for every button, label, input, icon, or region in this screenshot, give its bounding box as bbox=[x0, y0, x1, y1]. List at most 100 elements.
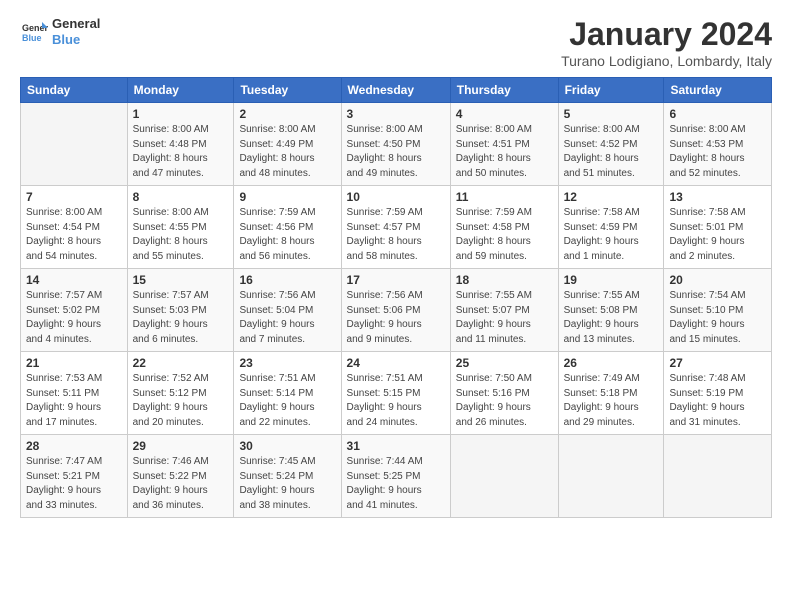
day-info: Sunrise: 7:45 AMSunset: 5:24 PMDaylight:… bbox=[239, 455, 335, 513]
svg-text:Blue: Blue bbox=[22, 33, 42, 43]
calendar-cell: 1 Sunrise: 8:00 AMSunset: 4:48 PMDaylight… bbox=[127, 103, 234, 186]
weekday-header: Wednesday bbox=[341, 78, 450, 103]
day-info: Sunrise: 7:54 AMSunset: 5:10 PMDaylight:… bbox=[669, 289, 766, 347]
day-info: Sunrise: 8:00 AMSunset: 4:48 PMDaylight:… bbox=[133, 123, 229, 181]
calendar-cell: 12 Sunrise: 7:58 AMSunset: 4:59 PMDayligh… bbox=[558, 186, 664, 269]
calendar-cell: 11 Sunrise: 7:59 AMSunset: 4:58 PMDayligh… bbox=[450, 186, 558, 269]
logo-line2: Blue bbox=[52, 32, 100, 48]
day-number: 8 bbox=[133, 190, 229, 204]
weekday-header: Monday bbox=[127, 78, 234, 103]
day-info: Sunrise: 7:55 AMSunset: 5:07 PMDaylight:… bbox=[456, 289, 553, 347]
calendar-cell: 24 Sunrise: 7:51 AMSunset: 5:15 PMDayligh… bbox=[341, 352, 450, 435]
day-info: Sunrise: 7:57 AMSunset: 5:02 PMDaylight:… bbox=[26, 289, 122, 347]
day-info: Sunrise: 7:50 AMSunset: 5:16 PMDaylight:… bbox=[456, 372, 553, 430]
location: Turano Lodigiano, Lombardy, Italy bbox=[561, 53, 772, 69]
day-number: 6 bbox=[669, 107, 766, 121]
day-info: Sunrise: 8:00 AMSunset: 4:50 PMDaylight:… bbox=[347, 123, 445, 181]
day-info: Sunrise: 7:56 AMSunset: 5:04 PMDaylight:… bbox=[239, 289, 335, 347]
day-info: Sunrise: 7:49 AMSunset: 5:18 PMDaylight:… bbox=[564, 372, 659, 430]
day-number: 16 bbox=[239, 273, 335, 287]
day-number: 4 bbox=[456, 107, 553, 121]
calendar-cell: 31 Sunrise: 7:44 AMSunset: 5:25 PMDayligh… bbox=[341, 435, 450, 518]
day-info: Sunrise: 7:59 AMSunset: 4:56 PMDaylight:… bbox=[239, 206, 335, 264]
day-number: 15 bbox=[133, 273, 229, 287]
day-number: 26 bbox=[564, 356, 659, 370]
weekday-header: Thursday bbox=[450, 78, 558, 103]
day-number: 11 bbox=[456, 190, 553, 204]
calendar-cell: 23Sunrise: 7:51 AMSunset: 5:14 PMDayligh… bbox=[234, 352, 341, 435]
day-info: Sunrise: 7:57 AMSunset: 5:03 PMDaylight:… bbox=[133, 289, 229, 347]
calendar: SundayMondayTuesdayWednesdayThursdayFrid… bbox=[20, 77, 772, 518]
calendar-cell: 5 Sunrise: 8:00 AMSunset: 4:52 PMDaylight… bbox=[558, 103, 664, 186]
calendar-cell: 20Sunrise: 7:54 AMSunset: 5:10 PMDayligh… bbox=[664, 269, 772, 352]
day-number: 17 bbox=[347, 273, 445, 287]
day-info: Sunrise: 7:51 AMSunset: 5:15 PMDaylight:… bbox=[347, 372, 445, 430]
day-info: Sunrise: 7:52 AMSunset: 5:12 PMDaylight:… bbox=[133, 372, 229, 430]
calendar-cell: 3 Sunrise: 8:00 AMSunset: 4:50 PMDaylight… bbox=[341, 103, 450, 186]
month-title: January 2024 bbox=[561, 16, 772, 53]
calendar-cell: 27 Sunrise: 7:48 AMSunset: 5:19 PMDayligh… bbox=[664, 352, 772, 435]
logo-line1: General bbox=[52, 16, 100, 32]
calendar-cell: 8Sunrise: 8:00 AMSunset: 4:55 PMDaylight… bbox=[127, 186, 234, 269]
calendar-cell: 30 Sunrise: 7:45 AMSunset: 5:24 PMDayligh… bbox=[234, 435, 341, 518]
day-number: 1 bbox=[133, 107, 229, 121]
day-number: 21 bbox=[26, 356, 122, 370]
weekday-header: Tuesday bbox=[234, 78, 341, 103]
day-info: Sunrise: 7:59 AMSunset: 4:57 PMDaylight:… bbox=[347, 206, 445, 264]
calendar-cell: 28Sunrise: 7:47 AMSunset: 5:21 PMDayligh… bbox=[21, 435, 128, 518]
day-number: 18 bbox=[456, 273, 553, 287]
day-number: 13 bbox=[669, 190, 766, 204]
day-info: Sunrise: 7:53 AMSunset: 5:11 PMDaylight:… bbox=[26, 372, 122, 430]
calendar-cell: 26 Sunrise: 7:49 AMSunset: 5:18 PMDayligh… bbox=[558, 352, 664, 435]
day-info: Sunrise: 7:48 AMSunset: 5:19 PMDaylight:… bbox=[669, 372, 766, 430]
day-number: 19 bbox=[564, 273, 659, 287]
calendar-cell: 6 Sunrise: 8:00 AMSunset: 4:53 PMDaylight… bbox=[664, 103, 772, 186]
weekday-header: Sunday bbox=[21, 78, 128, 103]
calendar-cell bbox=[664, 435, 772, 518]
day-info: Sunrise: 7:59 AMSunset: 4:58 PMDaylight:… bbox=[456, 206, 553, 264]
day-number: 25 bbox=[456, 356, 553, 370]
day-number: 29 bbox=[133, 439, 229, 453]
day-number: 31 bbox=[347, 439, 445, 453]
day-number: 2 bbox=[239, 107, 335, 121]
calendar-cell: 2 Sunrise: 8:00 AMSunset: 4:49 PMDaylight… bbox=[234, 103, 341, 186]
logo: General Blue General Blue bbox=[20, 16, 100, 47]
day-info: Sunrise: 8:00 AMSunset: 4:54 PMDaylight:… bbox=[26, 206, 122, 264]
calendar-cell: 9 Sunrise: 7:59 AMSunset: 4:56 PMDaylight… bbox=[234, 186, 341, 269]
calendar-cell: 7 Sunrise: 8:00 AMSunset: 4:54 PMDaylight… bbox=[21, 186, 128, 269]
day-info: Sunrise: 7:58 AMSunset: 5:01 PMDaylight:… bbox=[669, 206, 766, 264]
day-number: 24 bbox=[347, 356, 445, 370]
calendar-cell: 18 Sunrise: 7:55 AMSunset: 5:07 PMDayligh… bbox=[450, 269, 558, 352]
calendar-cell: 13 Sunrise: 7:58 AMSunset: 5:01 PMDayligh… bbox=[664, 186, 772, 269]
calendar-cell: 15 Sunrise: 7:57 AMSunset: 5:03 PMDayligh… bbox=[127, 269, 234, 352]
day-info: Sunrise: 7:56 AMSunset: 5:06 PMDaylight:… bbox=[347, 289, 445, 347]
day-info: Sunrise: 8:00 AMSunset: 4:52 PMDaylight:… bbox=[564, 123, 659, 181]
title-section: January 2024 Turano Lodigiano, Lombardy,… bbox=[561, 16, 772, 69]
day-number: 9 bbox=[239, 190, 335, 204]
calendar-cell: 25 Sunrise: 7:50 AMSunset: 5:16 PMDayligh… bbox=[450, 352, 558, 435]
day-number: 3 bbox=[347, 107, 445, 121]
calendar-cell bbox=[558, 435, 664, 518]
day-info: Sunrise: 7:47 AMSunset: 5:21 PMDaylight:… bbox=[26, 455, 122, 513]
calendar-cell: 22 Sunrise: 7:52 AMSunset: 5:12 PMDayligh… bbox=[127, 352, 234, 435]
calendar-cell: 10 Sunrise: 7:59 AMSunset: 4:57 PMDayligh… bbox=[341, 186, 450, 269]
day-info: Sunrise: 7:44 AMSunset: 5:25 PMDaylight:… bbox=[347, 455, 445, 513]
weekday-header: Friday bbox=[558, 78, 664, 103]
day-info: Sunrise: 7:46 AMSunset: 5:22 PMDaylight:… bbox=[133, 455, 229, 513]
day-info: Sunrise: 7:51 AMSunset: 5:14 PMDaylight:… bbox=[239, 372, 335, 430]
calendar-cell bbox=[450, 435, 558, 518]
day-number: 22 bbox=[133, 356, 229, 370]
calendar-cell: 14Sunrise: 7:57 AMSunset: 5:02 PMDayligh… bbox=[21, 269, 128, 352]
day-number: 30 bbox=[239, 439, 335, 453]
day-number: 27 bbox=[669, 356, 766, 370]
calendar-cell: 29 Sunrise: 7:46 AMSunset: 5:22 PMDayligh… bbox=[127, 435, 234, 518]
day-number: 12 bbox=[564, 190, 659, 204]
day-number: 5 bbox=[564, 107, 659, 121]
day-number: 10 bbox=[347, 190, 445, 204]
calendar-cell: 19Sunrise: 7:55 AMSunset: 5:08 PMDayligh… bbox=[558, 269, 664, 352]
day-info: Sunrise: 8:00 AMSunset: 4:49 PMDaylight:… bbox=[239, 123, 335, 181]
calendar-cell: 17 Sunrise: 7:56 AMSunset: 5:06 PMDayligh… bbox=[341, 269, 450, 352]
day-number: 7 bbox=[26, 190, 122, 204]
day-info: Sunrise: 7:58 AMSunset: 4:59 PMDaylight:… bbox=[564, 206, 659, 264]
day-info: Sunrise: 8:00 AMSunset: 4:53 PMDaylight:… bbox=[669, 123, 766, 181]
